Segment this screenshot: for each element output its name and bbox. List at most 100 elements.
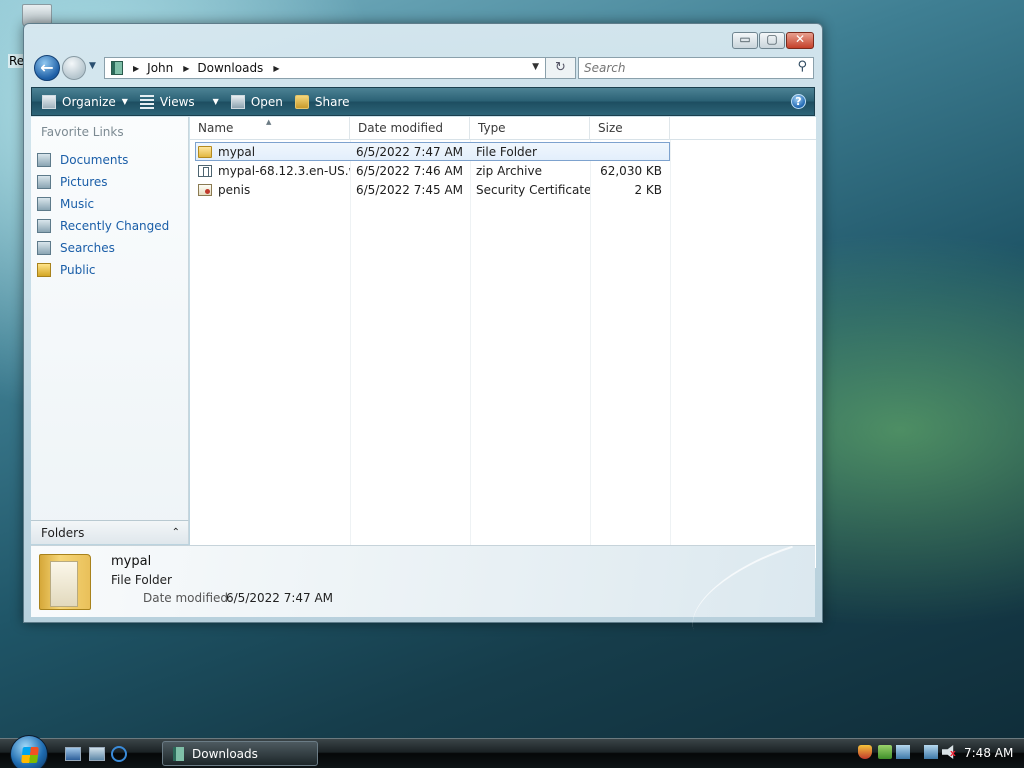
zip-icon (198, 164, 212, 177)
details-type: File Folder (111, 573, 172, 587)
share-label: Share (314, 94, 350, 109)
file-rows: mypal 6/5/2022 7:47 AM File Folder mypal… (190, 142, 670, 199)
column-header-name[interactable]: ▲ Name (190, 117, 350, 140)
favorite-link-searches[interactable]: Searches (37, 237, 169, 259)
close-button[interactable]: ✕ (786, 32, 814, 49)
organize-button[interactable]: Organize ▼ (38, 90, 136, 114)
network-icon[interactable] (896, 745, 910, 759)
favorite-link-pictures[interactable]: Pictures (37, 171, 169, 193)
search-box[interactable]: ⚲ (578, 57, 814, 79)
file-date: 6/5/2022 7:47 AM (356, 144, 464, 159)
start-button[interactable] (10, 735, 48, 768)
system-tray: x 7:48 AM (852, 743, 1024, 765)
security-center-icon[interactable] (878, 745, 892, 759)
security-shield-icon[interactable] (858, 745, 872, 759)
forward-button[interactable] (62, 56, 86, 80)
organize-label: Organize (62, 94, 116, 109)
column-divider (590, 140, 591, 568)
folders-toggle[interactable]: Folders ⌃ (31, 520, 189, 544)
recent-pages-dropdown[interactable]: ▼ (89, 61, 96, 71)
search-icon[interactable]: ⚲ (797, 59, 807, 74)
file-row-certificate[interactable]: penis 6/5/2022 7:45 AM Security Certific… (190, 180, 670, 199)
clock[interactable]: 7:48 AM (964, 746, 1013, 760)
back-arrow-icon: ← (40, 58, 54, 77)
file-type: File Folder (476, 144, 537, 159)
task-label: Downloads (192, 746, 258, 761)
file-row-mypal-zip[interactable]: mypal-68.12.3.en-US.w... 6/5/2022 7:46 A… (190, 161, 670, 180)
refresh-button[interactable]: ↻ (546, 57, 576, 79)
command-toolbar: Organize ▼ Views ▼ Open Share ? (31, 87, 815, 116)
details-name: mypal (111, 554, 152, 569)
certificate-icon (198, 183, 212, 196)
favorite-link-documents[interactable]: Documents (37, 149, 169, 171)
minimize-button[interactable]: ▭ (732, 32, 758, 49)
internet-explorer-icon[interactable] (111, 746, 127, 762)
chevron-right-icon[interactable]: ▶ (273, 64, 279, 73)
share-icon (294, 94, 309, 109)
navigation-pane: Favorite Links Documents Pictures Music … (31, 117, 189, 544)
link-label: Pictures (60, 175, 108, 189)
favorite-links-list: Documents Pictures Music Recently Change… (37, 149, 169, 281)
maximize-button[interactable]: ▢ (759, 32, 785, 49)
folders-label: Folders (41, 525, 85, 540)
taskbar: Downloads x 7:48 AM (0, 735, 1024, 768)
chevron-down-icon: ▼ (121, 97, 128, 106)
column-divider (670, 140, 671, 568)
column-headers: ▲ Name Date modified Type Size (190, 117, 816, 140)
file-date: 6/5/2022 7:46 AM (356, 163, 464, 178)
file-row-mypal-folder[interactable]: mypal 6/5/2022 7:47 AM File Folder (195, 142, 670, 161)
file-list: ▲ Name Date modified Type Size mypal 6/5/… (190, 117, 816, 568)
file-name: mypal (218, 144, 256, 159)
large-folder-icon (39, 554, 91, 610)
column-label: Size (598, 121, 623, 135)
column-header-type[interactable]: Type (470, 117, 590, 140)
favorite-link-music[interactable]: Music (37, 193, 169, 215)
details-modified-value: 6/5/2022 7:47 AM (226, 591, 334, 605)
chevron-up-icon: ⌃ (171, 527, 180, 538)
views-label: Views (159, 94, 195, 109)
favorite-link-recently-changed[interactable]: Recently Changed (37, 215, 169, 237)
open-icon (230, 94, 245, 109)
column-header-size[interactable]: Size (590, 117, 670, 140)
favorite-links-title: Favorite Links (41, 125, 124, 139)
favorite-link-public[interactable]: Public (37, 259, 169, 281)
show-desktop-icon[interactable] (65, 747, 81, 761)
search-input[interactable] (584, 58, 784, 78)
column-label: Date modified (358, 121, 444, 135)
switch-windows-icon[interactable] (89, 747, 105, 761)
chevron-right-icon[interactable]: ▶ (183, 64, 189, 73)
maximize-icon: ▢ (766, 32, 778, 46)
breadcrumb-john[interactable]: John (147, 61, 173, 75)
column-divider (470, 140, 471, 568)
window-controls: ▭ ▢ ✕ (732, 32, 814, 49)
share-button[interactable]: Share (291, 90, 358, 114)
chevron-down-icon[interactable]: ▼ (532, 62, 539, 72)
taskbar-button-downloads[interactable]: Downloads (162, 741, 318, 766)
column-divider (350, 140, 351, 568)
open-label: Open (250, 94, 283, 109)
recently-changed-icon (37, 219, 51, 233)
file-name: penis (218, 182, 251, 197)
folder-icon (198, 145, 212, 158)
network-connection-icon[interactable] (924, 745, 938, 759)
views-button[interactable]: Views ▼ (136, 90, 227, 114)
chevron-down-icon: ▼ (212, 97, 219, 106)
link-label: Searches (60, 241, 115, 255)
documents-icon (37, 153, 51, 167)
breadcrumb-downloads[interactable]: Downloads (197, 61, 263, 75)
navigation-bar: ← ▼ ▶ John ▶ Downloads ▶ ▼ ↻ ⚲ (32, 55, 814, 82)
file-size: 2 KB (634, 182, 662, 197)
minimize-icon: ▭ (739, 32, 751, 46)
help-button[interactable]: ? (791, 94, 806, 109)
chevron-right-icon[interactable]: ▶ (133, 64, 139, 73)
link-label: Documents (60, 153, 129, 167)
column-header-date-modified[interactable]: Date modified (350, 117, 470, 140)
folder-icon (111, 61, 123, 75)
muted-icon: x (950, 749, 956, 759)
back-button[interactable]: ← (34, 55, 60, 81)
refresh-icon: ↻ (555, 60, 566, 75)
address-bar[interactable]: ▶ John ▶ Downloads ▶ ▼ (104, 57, 546, 79)
folder-icon (173, 746, 184, 761)
open-button[interactable]: Open (227, 90, 291, 114)
link-label: Music (60, 197, 95, 211)
